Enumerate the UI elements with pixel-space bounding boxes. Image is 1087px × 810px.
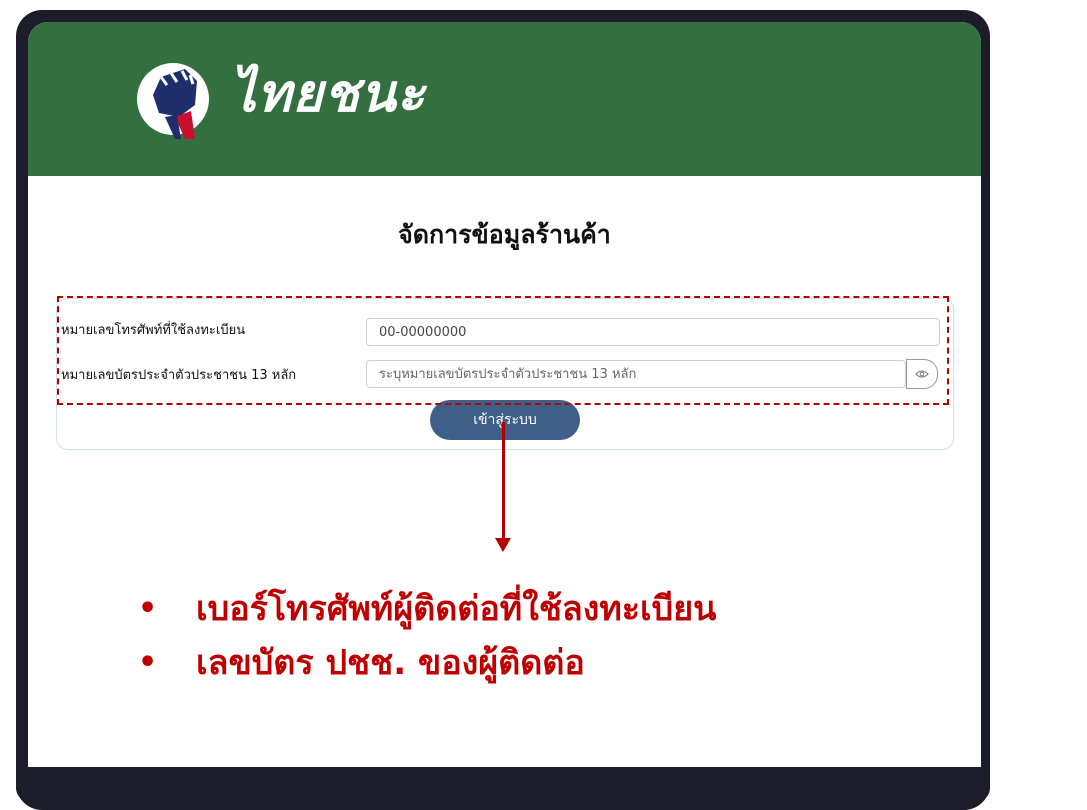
callout-text: เบอร์โทรศัพท์ผู้ติดต่อที่ใช้ลงทะเบียน — [196, 589, 717, 629]
brand-name: ไทยชนะ — [230, 64, 426, 124]
app-header: ไทยชนะ — [28, 22, 981, 176]
raised-fist-icon — [137, 63, 209, 139]
login-button[interactable]: เข้าสู่ระบบ — [430, 400, 580, 440]
bullet-dot: • — [138, 591, 158, 626]
arrow-head — [495, 538, 511, 552]
device-bottom-bar — [16, 767, 990, 802]
callout-item: • เบอร์โทรศัพท์ผู้ติดต่อที่ใช้ลงทะเบียน — [138, 582, 716, 636]
callout-arrow — [502, 422, 505, 540]
bullet-dot: • — [138, 645, 158, 680]
highlight-box — [57, 296, 949, 405]
page-title: จัดการข้อมูลร้านค้า — [398, 220, 611, 249]
callout-text: เลขบัตร ปชช. ของผู้ติดต่อ — [196, 643, 585, 683]
callout-item: • เลขบัตร ปชช. ของผู้ติดต่อ — [138, 636, 716, 690]
callout-list: • เบอร์โทรศัพท์ผู้ติดต่อที่ใช้ลงทะเบียน … — [138, 582, 716, 690]
